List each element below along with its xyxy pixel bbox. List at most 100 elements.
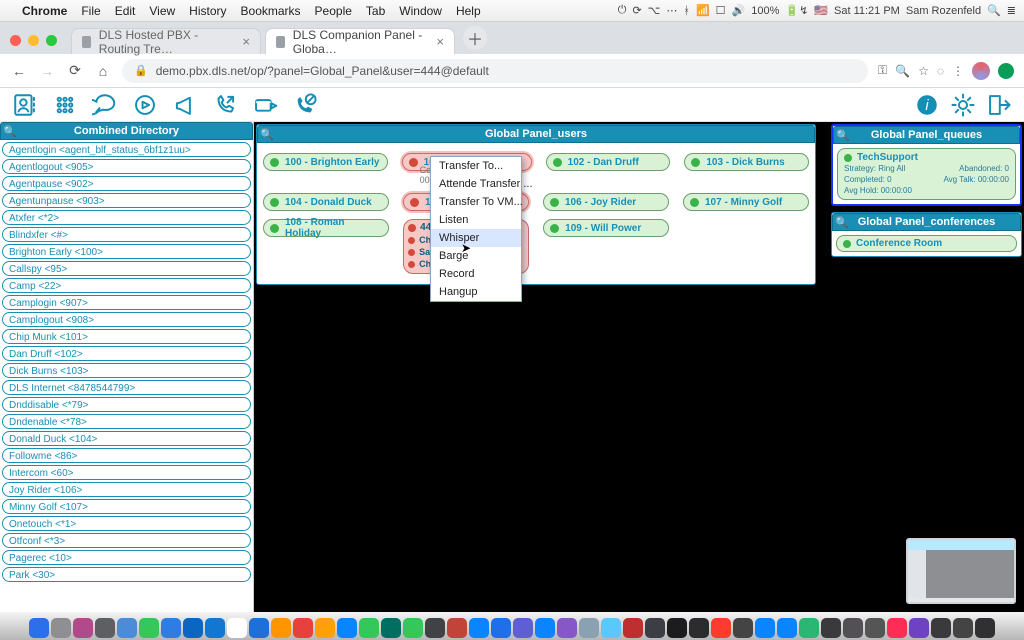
megaphone-icon[interactable] (170, 91, 200, 119)
address-bar[interactable]: 🔒 demo.pbx.dls.net/op/?panel=Global_Pane… (122, 59, 868, 83)
spotlight-icon[interactable]: 🔍 (987, 4, 1001, 17)
close-window-button[interactable] (10, 35, 21, 46)
dock-app-icon[interactable] (887, 618, 907, 638)
dock-app-icon[interactable] (161, 618, 181, 638)
directory-item[interactable]: Joy Rider <106> (2, 482, 251, 497)
user-extension[interactable]: 104 - Donald Duck (263, 193, 389, 211)
chat-bubble-icon[interactable] (90, 91, 120, 119)
directory-list[interactable]: Agentlogin <agent_blf_status_6bf1z1uu> Ag… (0, 140, 253, 584)
voicemail-send-icon[interactable] (250, 91, 280, 119)
dock-app-icon[interactable] (623, 618, 643, 638)
dock-app-icon[interactable] (381, 618, 401, 638)
dock-app-icon[interactable] (689, 618, 709, 638)
dnd-call-icon[interactable] (290, 91, 320, 119)
directory-item[interactable]: Minny Golf <107> (2, 499, 251, 514)
dock-app-icon[interactable] (227, 618, 247, 638)
dock-app-icon[interactable] (73, 618, 93, 638)
menubar-item[interactable]: History (189, 4, 226, 18)
close-tab-icon[interactable]: × (242, 34, 250, 49)
context-menu-item[interactable]: Whisper (431, 229, 521, 247)
context-menu-item[interactable]: Attende Transfer ... (431, 175, 521, 193)
user-extension[interactable]: 100 - Brighton Early (263, 153, 388, 171)
context-menu-item[interactable]: Transfer To VM... (431, 193, 521, 211)
directory-item[interactable]: Dnddisable <*79> (2, 397, 251, 412)
directory-item[interactable]: Park <30> (2, 567, 251, 582)
dock-app-icon[interactable] (601, 618, 621, 638)
dock-app-icon[interactable] (117, 618, 137, 638)
back-button[interactable]: ← (10, 63, 28, 79)
logout-icon[interactable] (984, 91, 1014, 119)
profile-avatar[interactable] (972, 62, 990, 80)
context-menu-item[interactable]: Barge (431, 247, 521, 265)
broadcast-icon[interactable] (130, 91, 160, 119)
dock-app-icon[interactable] (535, 618, 555, 638)
search-icon[interactable]: 🔍 (835, 215, 849, 229)
window-controls[interactable] (10, 35, 57, 46)
password-key-icon[interactable]: ⚿ (878, 63, 887, 78)
dock-app-icon[interactable] (865, 618, 885, 638)
directory-item[interactable]: Agentlogout <905> (2, 159, 251, 174)
directory-item[interactable]: Agentlogin <agent_blf_status_6bf1z1uu> (2, 142, 251, 157)
dock-app-icon[interactable] (183, 618, 203, 638)
macos-dock[interactable] (0, 612, 1024, 640)
directory-item[interactable]: Blindxfer <#> (2, 227, 251, 242)
search-icon[interactable]: 🔍 (3, 124, 17, 138)
dock-app-icon[interactable] (953, 618, 973, 638)
directory-item[interactable]: Donald Duck <104> (2, 431, 251, 446)
user-extension[interactable]: 102 - Dan Druff (546, 153, 671, 171)
dock-app-icon[interactable] (821, 618, 841, 638)
conference-item[interactable]: Conference Room (836, 235, 1017, 252)
call-transfer-icon[interactable] (210, 91, 240, 119)
user-extension[interactable]: 109 - Will Power (543, 219, 669, 237)
menubar-item[interactable]: Help (456, 4, 481, 18)
directory-item[interactable]: Camplogout <908> (2, 312, 251, 327)
dock-app-icon[interactable] (315, 618, 335, 638)
directory-item[interactable]: Pagerec <10> (2, 550, 251, 565)
context-menu-item[interactable]: Record (431, 265, 521, 283)
directory-item[interactable]: Atxfer <*2> (2, 210, 251, 225)
menubar-item[interactable]: Edit (115, 4, 136, 18)
dock-app-icon[interactable] (667, 618, 687, 638)
dock-app-icon[interactable] (711, 618, 731, 638)
directory-item[interactable]: Dan Druff <102> (2, 346, 251, 361)
dock-app-icon[interactable] (843, 618, 863, 638)
menubar-item[interactable]: Tab (366, 4, 385, 18)
dock-app-icon[interactable] (425, 618, 445, 638)
dock-app-icon[interactable] (95, 618, 115, 638)
dock-app-icon[interactable] (733, 618, 753, 638)
menubar-item[interactable]: Window (399, 4, 442, 18)
extension-icon[interactable] (998, 63, 1014, 79)
context-menu-item[interactable]: Hangup (431, 283, 521, 301)
dock-app-icon[interactable] (645, 618, 665, 638)
dock-app-icon[interactable] (359, 618, 379, 638)
dock-app-icon[interactable] (293, 618, 313, 638)
directory-item[interactable]: Followme <86> (2, 448, 251, 463)
user-extension[interactable]: 108 - Roman Holiday (263, 219, 389, 237)
close-tab-icon[interactable]: × (436, 34, 444, 49)
directory-item[interactable]: DLS Internet <8478544799> (2, 380, 251, 395)
directory-item[interactable]: Chip Munk <101> (2, 329, 251, 344)
context-menu-item[interactable]: Transfer To... (431, 157, 521, 175)
dock-app-icon[interactable] (205, 618, 225, 638)
dialpad-icon[interactable] (50, 91, 80, 119)
dock-app-icon[interactable] (557, 618, 577, 638)
queue-item[interactable]: TechSupport Strategy: Ring All Abandoned… (837, 148, 1016, 200)
directory-item[interactable]: Camp <22> (2, 278, 251, 293)
menubar-item[interactable]: Bookmarks (241, 4, 301, 18)
context-menu-item[interactable]: Listen (431, 211, 521, 229)
dock-app-icon[interactable] (447, 618, 467, 638)
dock-app-icon[interactable] (51, 618, 71, 638)
pip-preview[interactable] (906, 538, 1016, 604)
dock-app-icon[interactable] (139, 618, 159, 638)
bookmark-star-icon[interactable]: ☆ (918, 64, 929, 78)
dock-app-icon[interactable] (271, 618, 291, 638)
dock-app-icon[interactable] (799, 618, 819, 638)
dock-app-icon[interactable] (975, 618, 995, 638)
directory-item[interactable]: Dndenable <*78> (2, 414, 251, 429)
search-icon[interactable]: 🔍 (895, 64, 910, 78)
user-extension[interactable]: 103 - Dick Burns (684, 153, 809, 171)
home-button[interactable]: ⌂ (94, 63, 112, 79)
dock-app-icon[interactable] (513, 618, 533, 638)
dock-app-icon[interactable] (403, 618, 423, 638)
menubar-app[interactable]: Chrome (22, 4, 67, 18)
